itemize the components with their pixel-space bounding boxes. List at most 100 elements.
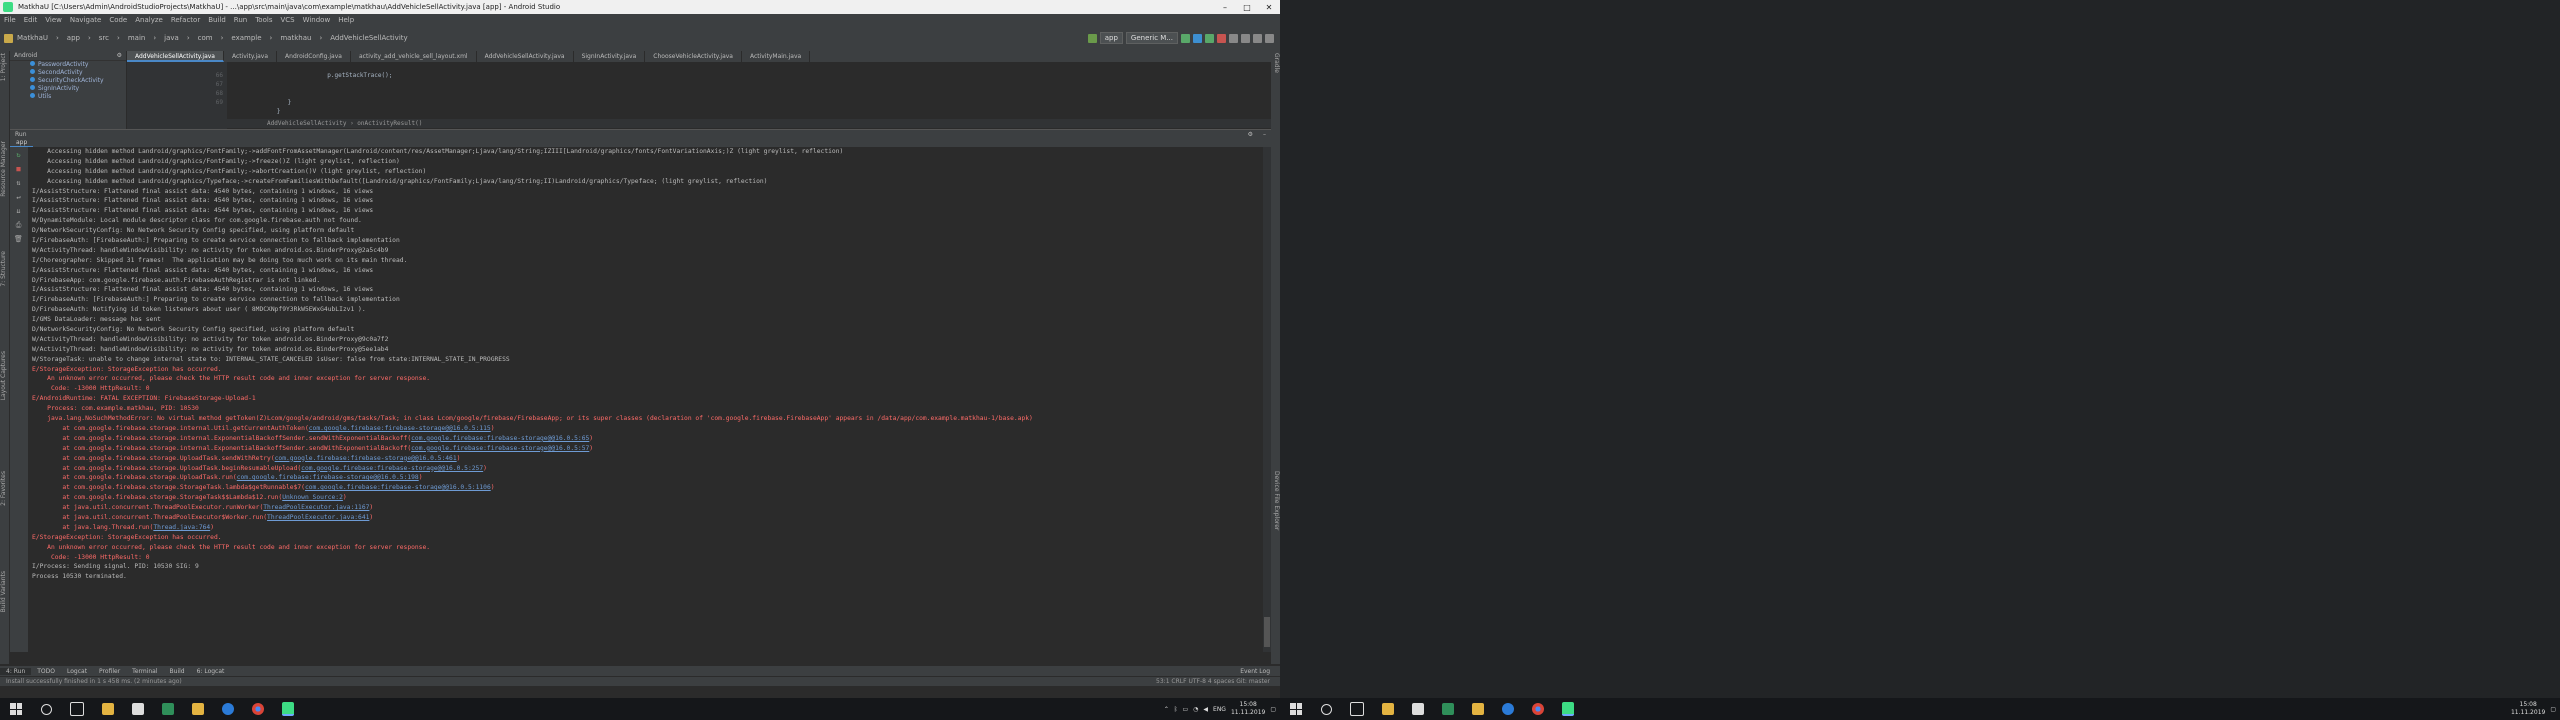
trash-icon[interactable]: 🗑 [14, 235, 23, 244]
calculator-icon[interactable] [132, 703, 144, 715]
menu-item[interactable]: Edit [20, 16, 42, 24]
breadcrumb-item[interactable]: main [124, 34, 150, 42]
debug-icon[interactable] [1205, 33, 1214, 43]
scrollbar-thumb[interactable] [1264, 617, 1270, 647]
chevron-up-icon[interactable]: ⌃ [1164, 706, 1169, 713]
breadcrumb-item[interactable]: src [95, 34, 113, 42]
stacktrace-link[interactable]: Thread.java:764 [153, 524, 210, 531]
network-icon[interactable]: ◔ [1193, 706, 1198, 713]
editor-tab[interactable]: AddVehicleSellActivity.java [477, 51, 574, 62]
excel-icon[interactable] [162, 703, 174, 715]
stacktrace-link[interactable]: Unknown Source:2 [282, 494, 343, 501]
taskbar-clock[interactable]: 15:08 11.11.2019 [1231, 701, 1265, 717]
notifications-icon[interactable]: ▢ [2550, 706, 2556, 713]
rerun-icon[interactable]: ↻ [14, 151, 23, 160]
menu-item[interactable]: File [0, 16, 20, 24]
menu-item[interactable]: Navigate [66, 16, 105, 24]
right-tool-window-button[interactable]: Device File Explorer [1271, 471, 1280, 530]
menu-item[interactable]: Build [204, 16, 230, 24]
edge-icon[interactable] [222, 703, 234, 715]
taskbar-clock[interactable]: 15:08 11.11.2019 [2511, 701, 2545, 717]
restore-layout-icon[interactable]: ⇅ [14, 179, 23, 188]
project-tree-item[interactable]: SignInActivity [10, 85, 126, 93]
stacktrace-link[interactable]: com.google.firebase:firebase-storage@@16… [309, 425, 491, 432]
event-log-tab[interactable]: Event Log [1240, 668, 1280, 675]
task-view-icon[interactable] [70, 702, 84, 716]
windows-start-icon[interactable] [1290, 703, 1302, 715]
excel-icon[interactable] [1442, 703, 1454, 715]
stop-icon[interactable]: ■ [14, 165, 23, 174]
search-icon[interactable] [1321, 703, 1332, 715]
project-tree-item[interactable]: SecondActivity [10, 69, 126, 77]
status-position-info[interactable]: 53:1 CRLF UTF-8 4 spaces Git: master [1156, 678, 1280, 685]
console-scrollbar[interactable] [1263, 147, 1271, 652]
hide-panel-icon[interactable]: – [1258, 131, 1271, 138]
menu-item[interactable]: Run [230, 16, 251, 24]
bottom-tool-tab[interactable]: Profiler [93, 668, 126, 675]
editor-tab[interactable]: activity_add_vehicle_sell_layout.xml [351, 51, 477, 62]
left-tool-window-button[interactable]: Build Variants [0, 571, 9, 612]
avd-manager-icon[interactable] [1241, 33, 1250, 43]
breadcrumb-item[interactable]: matkhau [276, 34, 315, 42]
stacktrace-link[interactable]: com.google.firebase:firebase-storage@@16… [411, 435, 589, 442]
bluetooth-icon[interactable]: ᛒ [1174, 706, 1178, 713]
menu-item[interactable]: View [41, 16, 66, 24]
stacktrace-link[interactable]: com.google.firebase:firebase-storage@@16… [275, 455, 457, 462]
left-tool-window-button[interactable]: 2: Favorites [0, 471, 9, 506]
editor-breadcrumb[interactable]: AddVehicleSellActivity › onActivityResul… [127, 119, 1271, 128]
run-console[interactable]: Accessing hidden method Landroid/graphic… [29, 147, 1263, 652]
folder-icon[interactable] [1472, 703, 1484, 715]
editor-tab[interactable]: SignInActivity.java [574, 51, 646, 62]
chrome-icon[interactable] [252, 703, 264, 715]
status-message[interactable]: Install successfully finished in 1 s 458… [0, 678, 182, 685]
language-indicator[interactable]: ENG [1213, 706, 1226, 713]
bottom-tool-tab[interactable]: Terminal [126, 668, 163, 675]
project-tree-item[interactable]: Utils [10, 93, 126, 101]
stacktrace-link[interactable]: com.google.firebase:firebase-storage@@16… [237, 474, 419, 481]
edge-icon[interactable] [1502, 703, 1514, 715]
project-tree-item[interactable]: SecurityCheckActivity [10, 77, 126, 85]
menu-item[interactable]: Analyze [131, 16, 167, 24]
stacktrace-link[interactable]: com.google.firebase:firebase-storage@@16… [305, 484, 491, 491]
search-icon[interactable] [41, 703, 52, 715]
editor-tab[interactable]: AddVehicleSellActivity.java [127, 51, 224, 62]
search-icon[interactable] [1265, 33, 1274, 43]
left-tool-window-button[interactable]: 1: Project [0, 53, 9, 81]
menu-item[interactable]: Refactor [167, 16, 204, 24]
editor-tab[interactable]: Activity.java [224, 51, 278, 62]
task-view-icon[interactable] [1350, 702, 1364, 716]
menu-item[interactable]: VCS [276, 16, 298, 24]
battery-icon[interactable]: ▭ [1182, 706, 1188, 713]
bottom-tool-tab[interactable]: 4: Run [0, 667, 32, 675]
file-explorer-icon[interactable] [102, 703, 114, 715]
bottom-tool-tab[interactable]: TODO [31, 668, 61, 675]
bottom-tool-tab[interactable]: Build [164, 668, 191, 675]
breadcrumb-item[interactable]: MatkhaU [13, 34, 52, 42]
breadcrumb-item[interactable]: com [194, 34, 217, 42]
calculator-icon[interactable] [1412, 703, 1424, 715]
stacktrace-link[interactable]: com.google.firebase:firebase-storage@@16… [411, 445, 589, 452]
menu-item[interactable]: Window [299, 16, 335, 24]
project-view-select[interactable]: Android [14, 52, 37, 59]
right-tool-window-button[interactable]: Gradle [1271, 53, 1280, 73]
chrome-icon[interactable] [1532, 703, 1544, 715]
close-icon[interactable]: ✕ [1258, 3, 1280, 12]
gear-icon[interactable]: ⚙ [1243, 131, 1258, 138]
breadcrumb-item[interactable]: example [227, 34, 265, 42]
gear-icon[interactable]: ⚙ [117, 52, 126, 59]
notifications-icon[interactable]: ▢ [1270, 706, 1276, 713]
breadcrumb-item[interactable]: app [63, 34, 84, 42]
left-tool-window-button[interactable]: 7: Structure [0, 251, 9, 287]
volume-icon[interactable]: ◀ [1203, 706, 1208, 713]
breadcrumb-item[interactable]: AddVehicleSellActivity [326, 34, 411, 42]
file-explorer-icon[interactable] [1382, 703, 1394, 715]
maximize-icon[interactable]: □ [1236, 3, 1258, 12]
stop-icon[interactable] [1217, 33, 1226, 43]
minimize-icon[interactable]: – [1214, 3, 1236, 12]
stacktrace-link[interactable]: ThreadPoolExecutor.java:1167 [263, 504, 369, 511]
run-config-select[interactable]: app [1099, 32, 1123, 44]
sync-icon[interactable] [1229, 33, 1238, 43]
menu-item[interactable]: Tools [251, 16, 276, 24]
android-studio-taskbar-icon[interactable] [1562, 702, 1574, 716]
editor-tab[interactable]: ActivityMain.java [742, 51, 811, 62]
